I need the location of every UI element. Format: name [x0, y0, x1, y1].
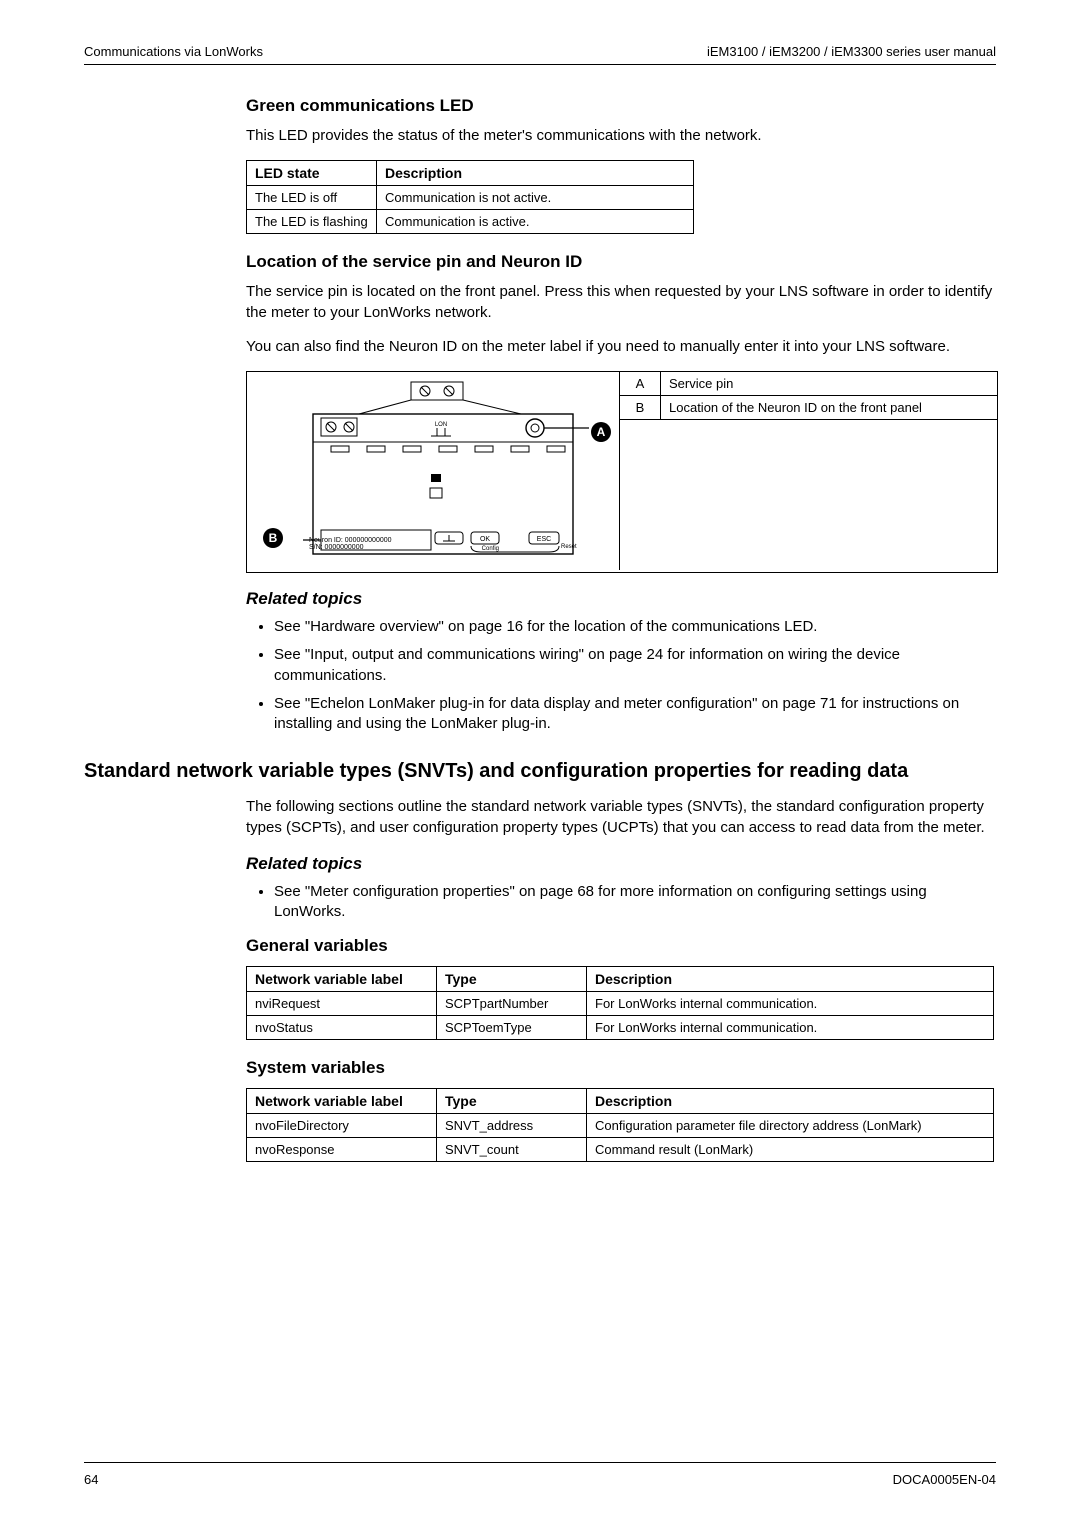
legend-key: A [620, 372, 661, 396]
header-manual: iEM3100 / iEM3200 / iEM3300 series user … [707, 44, 996, 59]
footer-page: 64 [84, 1472, 98, 1487]
callout-a: A [591, 422, 611, 442]
table-row: nvoResponse SNVT_count Command result (L… [247, 1138, 994, 1162]
th-desc: Description [587, 967, 994, 992]
heading-service-pin: Location of the service pin and Neuron I… [246, 252, 996, 272]
th-desc: Description [587, 1089, 994, 1114]
heading-system-vars: System variables [246, 1058, 996, 1078]
table-led-state: LED state Description The LED is off Com… [246, 160, 694, 234]
table-row: The LED is off Communication is not acti… [247, 186, 694, 210]
table-row: The LED is flashing Communication is act… [247, 210, 694, 234]
figure-legend: A Service pin B Location of the Neuron I… [620, 372, 997, 420]
th-led-desc: Description [377, 161, 694, 186]
svg-text:ESC: ESC [537, 536, 551, 543]
para-service-pin-2: You can also find the Neuron ID on the m… [246, 337, 996, 357]
td-led-state: The LED is flashing [247, 210, 377, 234]
list-item: See "Hardware overview" on page 16 for t… [274, 617, 996, 637]
svg-text:Reset: Reset [561, 544, 577, 550]
para-snvt: The following sections outline the stand… [246, 797, 996, 838]
para-service-pin-1: The service pin is located on the front … [246, 282, 996, 323]
td-led-desc: Communication is active. [377, 210, 694, 234]
td-led-state: The LED is off [247, 186, 377, 210]
figure-neuron-id: Neuron ID: 000000000000 S/N: 0000000000 [309, 537, 392, 552]
table-row: nvoFileDirectory SNVT_address Configurat… [247, 1114, 994, 1138]
header-rule [84, 64, 996, 65]
heading-snvt: Standard network variable types (SNVTs) … [84, 760, 996, 783]
svg-text:OK: OK [480, 536, 490, 543]
related-list-1: See "Hardware overview" on page 16 for t… [246, 617, 996, 734]
related-list-2: See "Meter configuration properties" on … [246, 882, 996, 923]
heading-general-vars: General variables [246, 936, 996, 956]
table-system-vars: Network variable label Type Description … [246, 1088, 994, 1162]
header-section: Communications via LonWorks [84, 44, 263, 59]
table-row: nvoStatus SCPToemType For LonWorks inter… [247, 1016, 994, 1040]
figure-service-pin: LON [246, 371, 998, 573]
legend-key: B [620, 396, 661, 420]
th-led-state: LED state [247, 161, 377, 186]
th-type: Type [437, 967, 587, 992]
heading-related-1: Related topics [246, 589, 996, 609]
heading-green-led: Green communications LED [246, 96, 996, 116]
legend-text: Service pin [661, 372, 998, 396]
svg-text:Config: Config [482, 546, 499, 552]
table-row: nviRequest SCPTpartNumber For LonWorks i… [247, 992, 994, 1016]
footer-rule [84, 1462, 996, 1463]
heading-related-2: Related topics [246, 854, 996, 874]
list-item: See "Echelon LonMaker plug-in for data d… [274, 694, 996, 735]
th-label: Network variable label [247, 1089, 437, 1114]
legend-text: Location of the Neuron ID on the front p… [661, 396, 998, 420]
para-green-led: This LED provides the status of the mete… [246, 126, 996, 146]
list-item: See "Input, output and communications wi… [274, 645, 996, 686]
footer-doc: DOCA0005EN-04 [893, 1472, 996, 1487]
list-item: See "Meter configuration properties" on … [274, 882, 996, 923]
th-type: Type [437, 1089, 587, 1114]
td-led-desc: Communication is not active. [377, 186, 694, 210]
svg-text:LON: LON [435, 422, 447, 428]
table-general-vars: Network variable label Type Description … [246, 966, 994, 1040]
th-label: Network variable label [247, 967, 437, 992]
callout-b: B [263, 528, 283, 548]
figure-drawing: LON [247, 372, 620, 570]
